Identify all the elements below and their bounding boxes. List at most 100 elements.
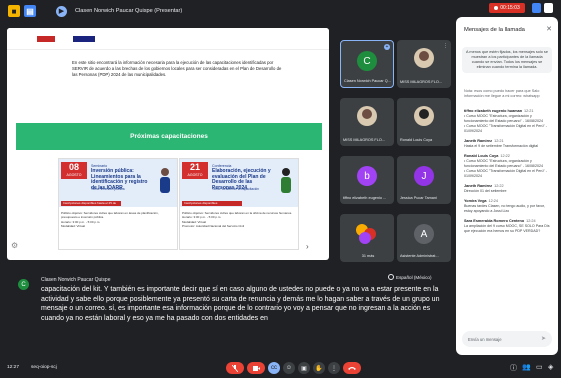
avatar: J [414, 166, 434, 186]
card-topic: Tema: Inversión pública [91, 187, 125, 191]
participant-tile[interactable]: C + Clasen Norwich Paucar Q... [340, 40, 394, 88]
more-count: 31 más [361, 254, 375, 258]
message-author: Yomira Vega [464, 199, 487, 203]
chat-title: Mensajes de la llamada [464, 27, 525, 33]
info-icon[interactable]: ⓘ [510, 363, 517, 373]
captions-button[interactable]: cc [268, 362, 280, 374]
participant-tile[interactable]: b tiffno elizabeth eugenio ... [340, 156, 394, 204]
participant-tile[interactable]: MISS MILAGROS FLO... [340, 98, 394, 146]
avatar [357, 106, 377, 126]
top-bar: ■ ▤ ▶ Clasen Norwich Paucar Quispe (Pres… [0, 0, 455, 22]
docs-icon[interactable]: ▤ [24, 5, 36, 17]
avatar: A [414, 224, 434, 244]
message-author: Janeth Ramirez [464, 184, 493, 188]
more-options-button[interactable]: ⋮ [328, 362, 340, 374]
group-avatars-icon [356, 224, 378, 244]
chat-message: Janeth Ramirez 12:22 Dirección 01 del set… [464, 184, 507, 193]
avatar [414, 48, 434, 68]
chat-icon[interactable]: ▭ [536, 363, 543, 371]
message-author: Janeth Ramirez [464, 139, 493, 143]
training-card[interactable]: 21 AGOSTO Conferencia Elaboración, ejecu… [179, 158, 299, 250]
participant-tile[interactable]: ⋮ MISS MILAGROS FLO... [397, 40, 451, 88]
card-date: 08 AGOSTO [61, 162, 87, 179]
section-title: Próximas capacitaciones [130, 133, 208, 140]
card-topic: Tema: Gestión de la capacitación [212, 187, 259, 191]
card-badge: Inscripciones disponibles hasta el 25 de… [61, 201, 121, 210]
training-card[interactable]: 08 AGOSTO Seminario Inversión pública: L… [58, 158, 178, 250]
close-icon[interactable]: ✕ [546, 25, 552, 33]
top-action-button[interactable] [532, 3, 541, 13]
chat-message: Janeth Ramirez 12:21 Hasta el 9 de setiem… [464, 139, 539, 148]
participant-name: Jessica Pucar Tamani [400, 196, 437, 200]
card-date: 21 AGOSTO [182, 162, 208, 179]
participant-name: MISS MILAGROS FLO... [343, 138, 385, 142]
person-illustration-icon [281, 168, 291, 193]
ppt-icon[interactable]: ■ [8, 5, 20, 17]
message-author: Sara Esmeralda Romero Centeno [464, 219, 525, 223]
top-secondary-button[interactable] [544, 3, 553, 13]
presenter-title: Clasen Norwich Paucar Quispe (Presentar) [75, 8, 183, 14]
card-details: Público objetivo: Servidores civiles que… [182, 211, 293, 228]
chat-messages: tiffno elizabeth eugenio huaman 12:21 • C… [464, 109, 554, 239]
servir-logo-icon [73, 35, 95, 42]
recording-timer[interactable]: 00:15:03 [489, 3, 525, 13]
clock: 12:27 [7, 365, 20, 370]
chat-notice: A menos que estén fijados, los mensajes … [462, 47, 552, 73]
card-badge: Inscripciones disponibles [182, 201, 242, 206]
camera-button[interactable] [247, 362, 265, 374]
participant-tile[interactable]: A Asistente Administrat... [397, 214, 451, 262]
chat-message: Ronald Louis Coya 12:22 • Curso MOOC "Est… [464, 154, 547, 178]
caption-language-selector[interactable]: Español (México) [388, 274, 432, 280]
avatar: C [18, 279, 29, 290]
caption-speaker: Clasen Norwich Paucar Quispe [41, 277, 111, 283]
avatar: C [357, 51, 377, 71]
hang-up-icon [348, 367, 356, 370]
send-icon[interactable]: ➤ [541, 335, 546, 342]
chat-panel: Mensajes de la llamada ✕ A menos que est… [456, 17, 558, 355]
more-participants-tile[interactable]: 31 más [340, 214, 394, 262]
participant-name: tiffno elizabeth eugenio ... [343, 196, 387, 200]
chat-message: Yomira Vega 12:24 Buenas tardes Clasen, n… [464, 199, 545, 213]
emoji-button[interactable]: ☺ [283, 362, 295, 374]
message-author: tiffno elizabeth eugenio huaman [464, 109, 523, 113]
participant-name: Clasen Norwich Paucar Q... [344, 79, 391, 83]
person-illustration-icon [160, 168, 170, 193]
message-time: 12:21 [524, 109, 534, 113]
slide-header [7, 28, 329, 50]
avatar [414, 106, 434, 126]
message-time: 12:24 [488, 199, 499, 203]
present-button[interactable]: ▣ [298, 362, 310, 374]
captions-panel: C Clasen Norwich Paucar Quispe Español (… [0, 262, 455, 358]
participant-name: Asistente Administrat... [400, 254, 439, 258]
camera-off-icon [252, 365, 260, 371]
peru-logo-icon [37, 35, 55, 42]
leave-call-button[interactable] [343, 362, 361, 374]
pin-icon[interactable]: + [384, 44, 390, 50]
mic-button[interactable] [226, 362, 244, 374]
caption-text: capacitación del kit. Y también es impor… [41, 286, 440, 322]
chat-message: Sara Esmeralda Romero Centeno 12:24 La am… [464, 219, 550, 233]
globe-icon [388, 274, 394, 280]
mic-off-icon [232, 364, 238, 372]
mic-off-icon: ⋮ [443, 43, 448, 49]
chat-message: tiffno elizabeth eugenio huaman 12:21 • C… [464, 109, 547, 133]
participant-name: MISS MILAGROS FLO... [400, 80, 442, 84]
message-author: Ronald Louis Coya [464, 154, 499, 158]
message-time: 12:24 [526, 219, 536, 223]
arrow-right-icon[interactable]: › [306, 242, 309, 251]
activities-icon[interactable]: ◈ [548, 363, 553, 371]
message-time: 12:22 [494, 184, 504, 188]
participant-tile[interactable]: J Jessica Pucar Tamani [397, 156, 451, 204]
bottom-bar: 12:27 seq-oiop-scj cc ☺ ▣ ✋ ⋮ ⓘ 👥 ▭ ◈ [0, 358, 561, 378]
raise-hand-button[interactable]: ✋ [313, 362, 325, 374]
presenting-icon: ▶ [56, 5, 67, 17]
card-details: Público objetivo: Servidores civiles que… [61, 211, 159, 228]
gear-icon[interactable]: ⚙ [11, 241, 18, 250]
avatar: b [357, 166, 377, 186]
slide-intro: En este sitio encontrará la información … [72, 60, 282, 77]
shared-screen: En este sitio encontrará la información … [7, 28, 329, 260]
participant-tile[interactable]: Ronald Louis Coya [397, 98, 451, 146]
chat-input[interactable]: Envía un mensaje ➤ [462, 331, 552, 347]
chat-info: Nota: esos como puedo hacer para que Sal… [464, 89, 540, 98]
people-icon[interactable]: 👥 [522, 363, 531, 371]
